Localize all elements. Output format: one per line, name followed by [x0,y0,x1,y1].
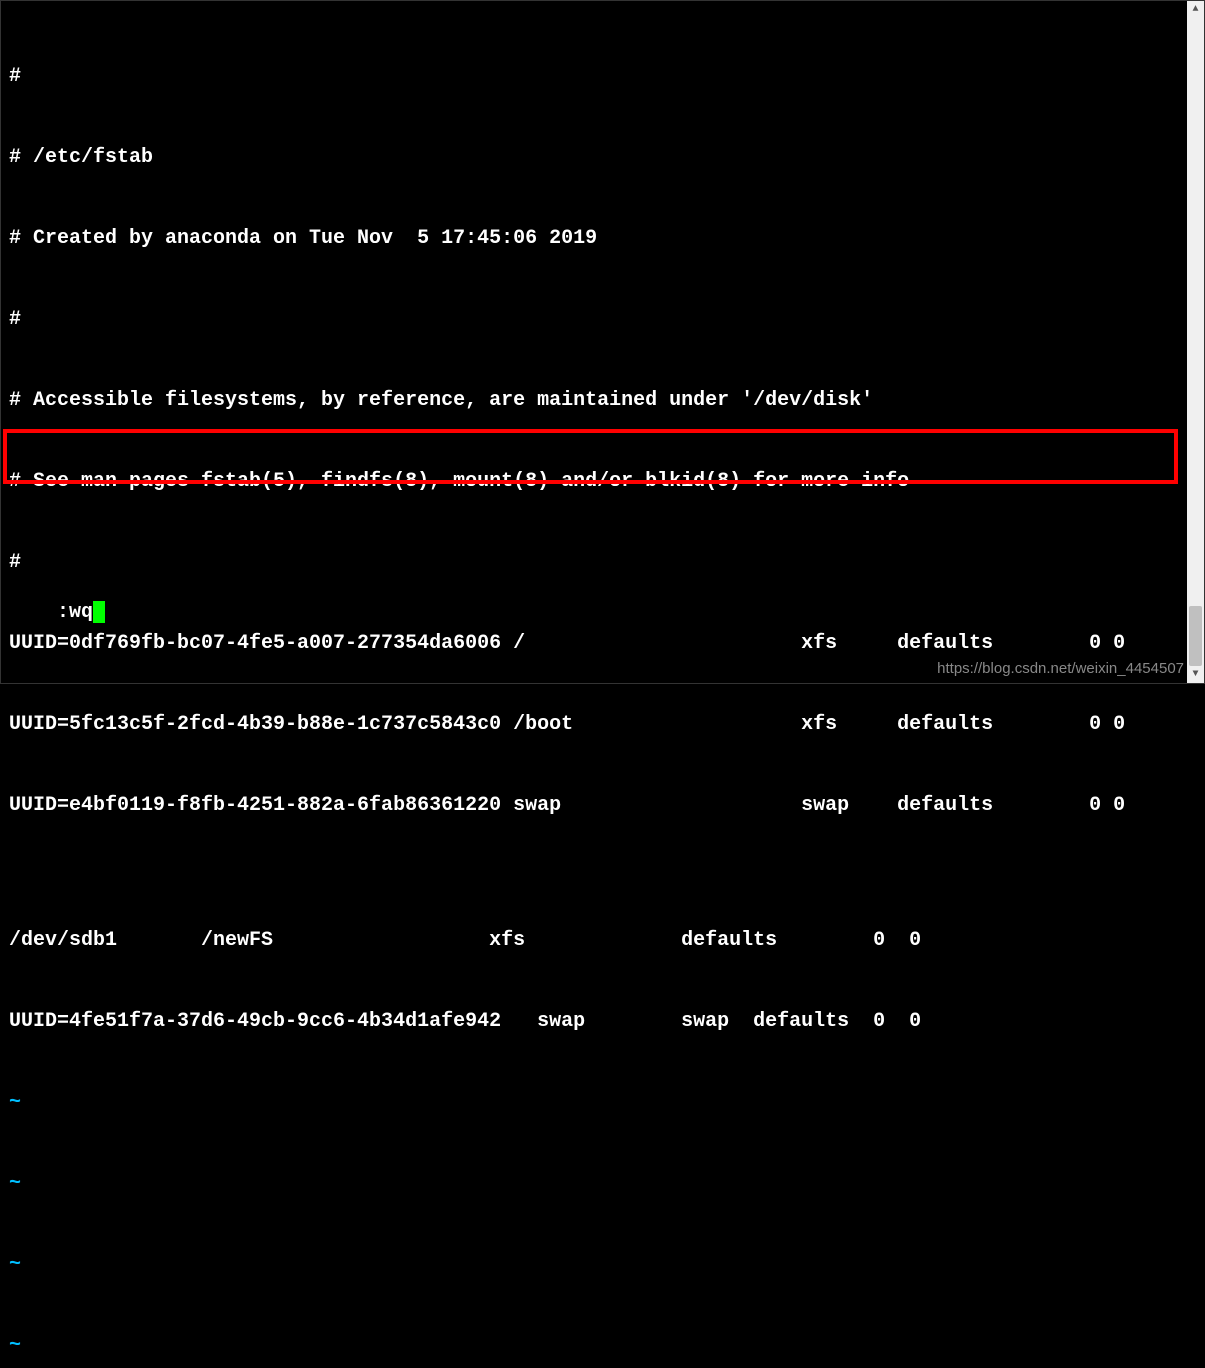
vim-command-line[interactable]: :wq [9,572,105,653]
vim-tilde-line: ~ [9,1332,1196,1359]
fstab-entry-boot: UUID=5fc13c5f-2fcd-4b39-b88e-1c737c5843c… [9,711,1196,738]
fstab-entry-swap: UUID=e4bf0119-f8fb-4251-882a-6fab8636122… [9,792,1196,819]
scrollbar-thumb[interactable] [1189,606,1202,666]
vim-tilde-line: ~ [9,1251,1196,1278]
fstab-entry-root: UUID=0df769fb-bc07-4fe5-a007-277354da600… [9,630,1196,657]
watermark-text: https://blog.csdn.net/weixin_4454507 [937,660,1184,677]
vim-tilde-line: ~ [9,1089,1196,1116]
scroll-up-arrow-icon[interactable]: ▲ [1187,1,1204,18]
fstab-comment-line: # Accessible filesystems, by reference, … [9,387,1196,414]
fstab-comment-line: # Created by anaconda on Tue Nov 5 17:45… [9,225,1196,252]
fstab-comment-line: # [9,306,1196,333]
fstab-comment-line: # See man pages fstab(5), findfs(8), mou… [9,468,1196,495]
fstab-entry-swap-new: UUID=4fe51f7a-37d6-49cb-9cc6-4b34d1afe94… [9,1008,1196,1035]
cursor-icon [93,601,105,623]
fstab-comment-line: # [9,63,1196,90]
terminal-window[interactable]: # # /etc/fstab # Created by anaconda on … [1,1,1204,683]
scroll-down-arrow-icon[interactable]: ▼ [1187,666,1204,683]
fstab-comment-line: # [9,549,1196,576]
vertical-scrollbar[interactable]: ▲ ▼ [1187,1,1204,683]
vim-command-text: :wq [57,601,93,624]
fstab-comment-line: # /etc/fstab [9,144,1196,171]
vim-tilde-line: ~ [9,1170,1196,1197]
fstab-entry-sdb1: /dev/sdb1 /newFS xfs defaults 0 0 [9,927,1196,954]
